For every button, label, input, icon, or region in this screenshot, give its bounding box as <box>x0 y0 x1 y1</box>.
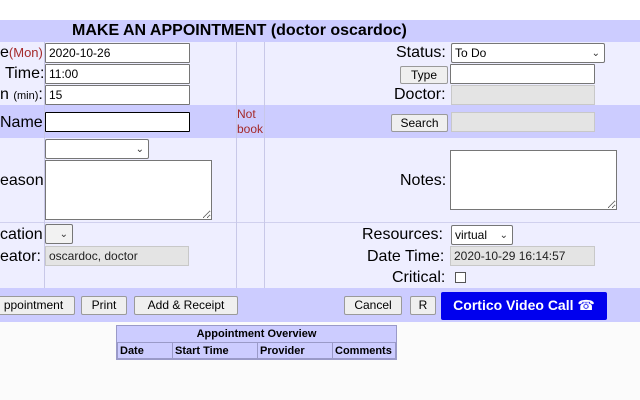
type-input[interactable] <box>450 64 595 84</box>
overview-col-provider: Provider <box>257 342 333 359</box>
add-receipt-button[interactable]: Add & Receipt <box>134 296 238 315</box>
row-date: e(Mon): Status: To Do ⌄ <box>0 42 640 63</box>
creator-label: eator: <box>0 248 41 265</box>
row-duration: n (min): Doctor: <box>0 84 640 105</box>
critical-checkbox[interactable] <box>455 272 466 283</box>
appointment-window: MAKE AN APPOINTMENT (doctor oscardoc) e(… <box>0 0 640 400</box>
row-name: Name: Not book Search <box>0 105 640 138</box>
overview-col-comments: Comments <box>332 342 396 359</box>
overview-table: Date Start Time Provider Comments <box>117 342 396 359</box>
cancel-button[interactable]: Cancel <box>344 296 402 315</box>
type-button[interactable]: Type <box>400 66 448 84</box>
overview-col-date: Date <box>117 342 173 359</box>
name-input[interactable] <box>45 112 190 132</box>
overview-col-start-time: Start Time <box>172 342 258 359</box>
top-strip <box>0 0 640 20</box>
appointment-overview: Appointment Overview Date Start Time Pro… <box>116 325 397 360</box>
name-label: Name: <box>0 114 48 131</box>
doctor-field <box>451 85 595 105</box>
time-label: Time: <box>5 65 45 82</box>
chevron-down-icon: ⌄ <box>591 48 600 59</box>
r-button[interactable]: R <box>410 296 436 315</box>
date-label: e(Mon): <box>0 44 47 61</box>
row-time: Time: Type <box>0 63 640 84</box>
search-button[interactable]: Search <box>391 114 448 132</box>
duration-input[interactable] <box>45 85 190 105</box>
overview-header-row: Date Start Time Provider Comments <box>117 342 396 359</box>
row-location: cation: ⌄ Resources: virtual ⌄ <box>0 222 640 247</box>
column-divider <box>236 42 237 288</box>
resources-value: virtual <box>455 228 488 242</box>
page-title-band: MAKE AN APPOINTMENT (doctor oscardoc) <box>0 20 640 42</box>
chevron-down-icon: ⌄ <box>499 230 508 241</box>
row-reason: ⌄ eason: Notes: <box>0 138 640 222</box>
location-select[interactable]: ⌄ <box>45 224 73 244</box>
overview-title: Appointment Overview <box>196 328 317 340</box>
critical-label: Critical: <box>392 269 446 286</box>
datetime-field: 2020-10-29 16:14:57 <box>450 246 595 266</box>
column-divider <box>264 42 265 288</box>
row-creator: eator: oscardoc, doctor Date Time: 2020-… <box>0 246 640 267</box>
page-title: MAKE AN APPOINTMENT (doctor oscardoc) <box>72 22 407 39</box>
print-button[interactable]: Print <box>81 296 127 315</box>
notes-label: Notes: <box>400 172 447 189</box>
reason-select[interactable]: ⌄ <box>45 139 149 159</box>
date-input[interactable] <box>45 43 190 63</box>
search-field <box>451 112 595 132</box>
reason-label: eason: <box>0 172 49 189</box>
column-divider <box>44 42 45 288</box>
datetime-label: Date Time: <box>367 248 445 265</box>
duration-label: n (min): <box>0 86 43 103</box>
location-label: cation: <box>0 226 48 243</box>
appointment-button[interactable]: ppointment <box>0 296 75 315</box>
resources-select[interactable]: virtual ⌄ <box>451 225 513 245</box>
resources-label: Resources: <box>362 226 443 243</box>
status-select[interactable]: To Do ⌄ <box>451 43 605 63</box>
row-critical: Critical: <box>0 267 640 288</box>
cortico-video-call-button[interactable]: Cortico Video Call ☎ <box>441 292 607 320</box>
chevron-down-icon: ⌄ <box>135 144 144 155</box>
doctor-label: Doctor: <box>394 86 446 103</box>
notes-textarea[interactable] <box>450 150 617 210</box>
status-label: Status: <box>396 44 446 61</box>
creator-field: oscardoc, doctor <box>45 246 189 266</box>
reason-textarea[interactable] <box>45 160 212 220</box>
chevron-down-icon: ⌄ <box>59 229 68 240</box>
button-bar: ppointment Print Add & Receipt Cancel R … <box>0 288 640 322</box>
time-input[interactable] <box>45 64 190 84</box>
not-book-label: Not book <box>237 107 264 136</box>
status-value: To Do <box>455 46 487 60</box>
